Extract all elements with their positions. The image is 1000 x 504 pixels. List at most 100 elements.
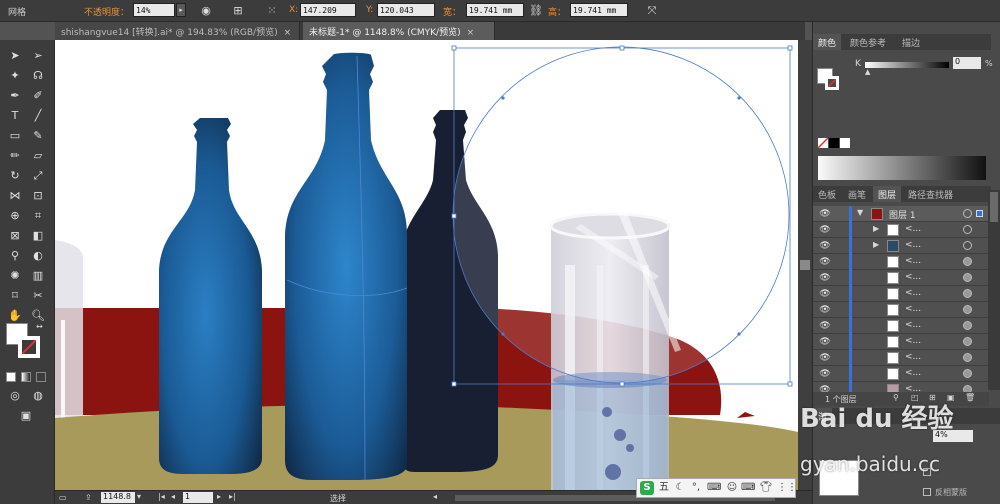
- width-tool-icon[interactable]: ⋈: [5, 186, 25, 206]
- target-circle-icon[interactable]: [963, 209, 972, 218]
- shape-builder-icon[interactable]: ⊕: [5, 206, 25, 226]
- artboard-page-field[interactable]: 1: [183, 492, 213, 503]
- reference-point-icon[interactable]: ⁙: [264, 3, 280, 19]
- target-circle-icon[interactable]: [963, 337, 972, 346]
- k-slider[interactable]: [865, 62, 949, 68]
- ime-mode[interactable]: 五: [657, 481, 671, 495]
- color-spectrum[interactable]: [818, 156, 986, 180]
- skin-icon[interactable]: 👕︎: [759, 481, 773, 495]
- tab-document-1[interactable]: shishangvue14 [转换].ai* @ 194.83% (RGB/预览…: [55, 22, 300, 40]
- target-circle-icon[interactable]: [963, 225, 972, 234]
- layer-name[interactable]: 图层 1: [889, 208, 916, 221]
- soft-keyboard-icon[interactable]: ⌨: [741, 481, 755, 495]
- layer-row[interactable]: 👁︎ <...: [813, 286, 989, 302]
- type-tool-icon[interactable]: T: [5, 106, 25, 126]
- lasso-tool-icon[interactable]: ☊: [28, 66, 48, 86]
- transform-icon[interactable]: ⤧: [644, 3, 660, 19]
- layer-row[interactable]: 👁︎ <...: [813, 366, 989, 382]
- black-swatch[interactable]: [829, 138, 839, 148]
- slider-handle-icon[interactable]: ▲: [865, 68, 870, 76]
- layer-name[interactable]: <...: [905, 272, 921, 282]
- tab-layers[interactable]: 图层: [873, 186, 902, 202]
- zoom-dropdown-icon[interactable]: ▾: [137, 492, 141, 501]
- curvature-tool-icon[interactable]: ✐: [28, 86, 48, 106]
- k-value-field[interactable]: 0: [953, 57, 981, 69]
- tab-pathfinder[interactable]: 路径查找器: [903, 186, 958, 202]
- visibility-eye-icon[interactable]: 👁︎: [818, 304, 832, 316]
- symbol-sprayer-icon[interactable]: ✺: [5, 266, 25, 286]
- layer-row-top[interactable]: 👁︎ ▼ 图层 1: [813, 206, 989, 222]
- visibility-eye-icon[interactable]: 👁︎: [818, 256, 832, 268]
- target-circle-icon[interactable]: [963, 289, 972, 298]
- perspective-grid-icon[interactable]: ⌗: [28, 206, 48, 226]
- stroke-swatch[interactable]: [18, 336, 40, 358]
- direct-selection-tool-icon[interactable]: ➢: [28, 46, 48, 66]
- layer-row[interactable]: 👁︎ ▶ <...: [813, 238, 989, 254]
- tab-swatches[interactable]: 色板: [813, 186, 841, 202]
- pencil-tool-icon[interactable]: ✏: [5, 146, 25, 166]
- workspace-label[interactable]: 网格: [8, 5, 26, 18]
- bbox-handle[interactable]: [787, 381, 793, 387]
- layer-row[interactable]: 👁︎ <...: [813, 302, 989, 318]
- status-menu-icon[interactable]: ◂: [433, 492, 437, 501]
- y-field[interactable]: 120.043: [377, 3, 435, 17]
- gradient-tool-icon[interactable]: ◧: [28, 226, 48, 246]
- visibility-eye-icon[interactable]: 👁︎: [818, 320, 832, 332]
- prev-artboard-icon[interactable]: ◂: [171, 492, 175, 501]
- tab-document-2[interactable]: 未标题-1* @ 1148.8% (CMYK/预览) ×: [303, 22, 495, 40]
- scrollbar-thumb[interactable]: [800, 260, 810, 270]
- height-field[interactable]: 19.741 mm: [570, 3, 628, 17]
- paintbrush-tool-icon[interactable]: ✎: [28, 126, 48, 146]
- white-swatch[interactable]: [840, 138, 850, 148]
- pen-tool-icon[interactable]: ✒: [5, 86, 25, 106]
- layer-name[interactable]: <...: [905, 288, 921, 298]
- x-field[interactable]: 147.209: [300, 3, 356, 17]
- layer-name[interactable]: <...: [905, 304, 921, 314]
- screen-mode-icon[interactable]: ▣: [16, 406, 36, 426]
- recolor-icon[interactable]: ◉: [198, 3, 214, 19]
- anchor-point[interactable]: [737, 332, 741, 336]
- anchor-point[interactable]: [737, 96, 741, 100]
- bbox-handle[interactable]: [451, 45, 457, 51]
- line-tool-icon[interactable]: ╱: [28, 106, 48, 126]
- target-circle-icon[interactable]: [963, 241, 972, 250]
- target-circle-icon[interactable]: [963, 353, 972, 362]
- mesh-tool-icon[interactable]: ⊠: [5, 226, 25, 246]
- visibility-eye-icon[interactable]: 👁︎: [818, 352, 832, 364]
- selection-tool-icon[interactable]: ➤: [5, 46, 25, 66]
- last-artboard-icon[interactable]: ▸|: [229, 492, 236, 501]
- tab-stroke[interactable]: 描边: [897, 34, 925, 50]
- swap-fill-stroke-icon[interactable]: ↔: [36, 322, 43, 331]
- draw-inside-icon[interactable]: ◍: [28, 386, 48, 406]
- free-transform-icon[interactable]: ⊡: [28, 186, 48, 206]
- opacity-field[interactable]: 14%: [133, 3, 175, 17]
- scale-tool-icon[interactable]: ⤢: [28, 166, 48, 186]
- zoom-field[interactable]: 1148.8: [101, 492, 135, 503]
- target-circle-icon[interactable]: [963, 321, 972, 330]
- target-circle-icon[interactable]: [963, 257, 972, 266]
- align-grid-icon[interactable]: ⊞: [230, 3, 246, 19]
- link-proportions-icon[interactable]: ⛓: [528, 3, 544, 19]
- bbox-handle[interactable]: [451, 381, 457, 387]
- close-icon[interactable]: ×: [284, 28, 292, 38]
- layer-row[interactable]: 👁︎ <...: [813, 334, 989, 350]
- artboard-tool-icon[interactable]: ⌑: [5, 286, 25, 306]
- visibility-eye-icon[interactable]: 👁︎: [818, 336, 832, 348]
- delete-layer-icon[interactable]: 🗑︎: [965, 393, 975, 402]
- visibility-eye-icon[interactable]: 👁︎: [818, 208, 832, 220]
- artboard-canvas[interactable]: [55, 40, 798, 490]
- magic-wand-icon[interactable]: ✦: [5, 66, 25, 86]
- anchor-point[interactable]: [501, 332, 505, 336]
- bbox-handle[interactable]: [619, 45, 625, 51]
- sogou-logo-icon[interactable]: S: [640, 481, 654, 495]
- none-swatch[interactable]: [818, 138, 828, 148]
- layer-name[interactable]: <...: [905, 256, 921, 266]
- moon-icon[interactable]: ☾: [673, 481, 687, 495]
- eyedropper-icon[interactable]: ⚲: [5, 246, 25, 266]
- color-stroke-swatch[interactable]: [825, 76, 839, 90]
- share-icon[interactable]: ⇪: [85, 493, 92, 502]
- target-circle-icon[interactable]: [963, 369, 972, 378]
- bbox-handle[interactable]: [619, 381, 625, 387]
- layers-scrollbar[interactable]: [988, 190, 1000, 390]
- first-artboard-icon[interactable]: |◂: [158, 492, 165, 501]
